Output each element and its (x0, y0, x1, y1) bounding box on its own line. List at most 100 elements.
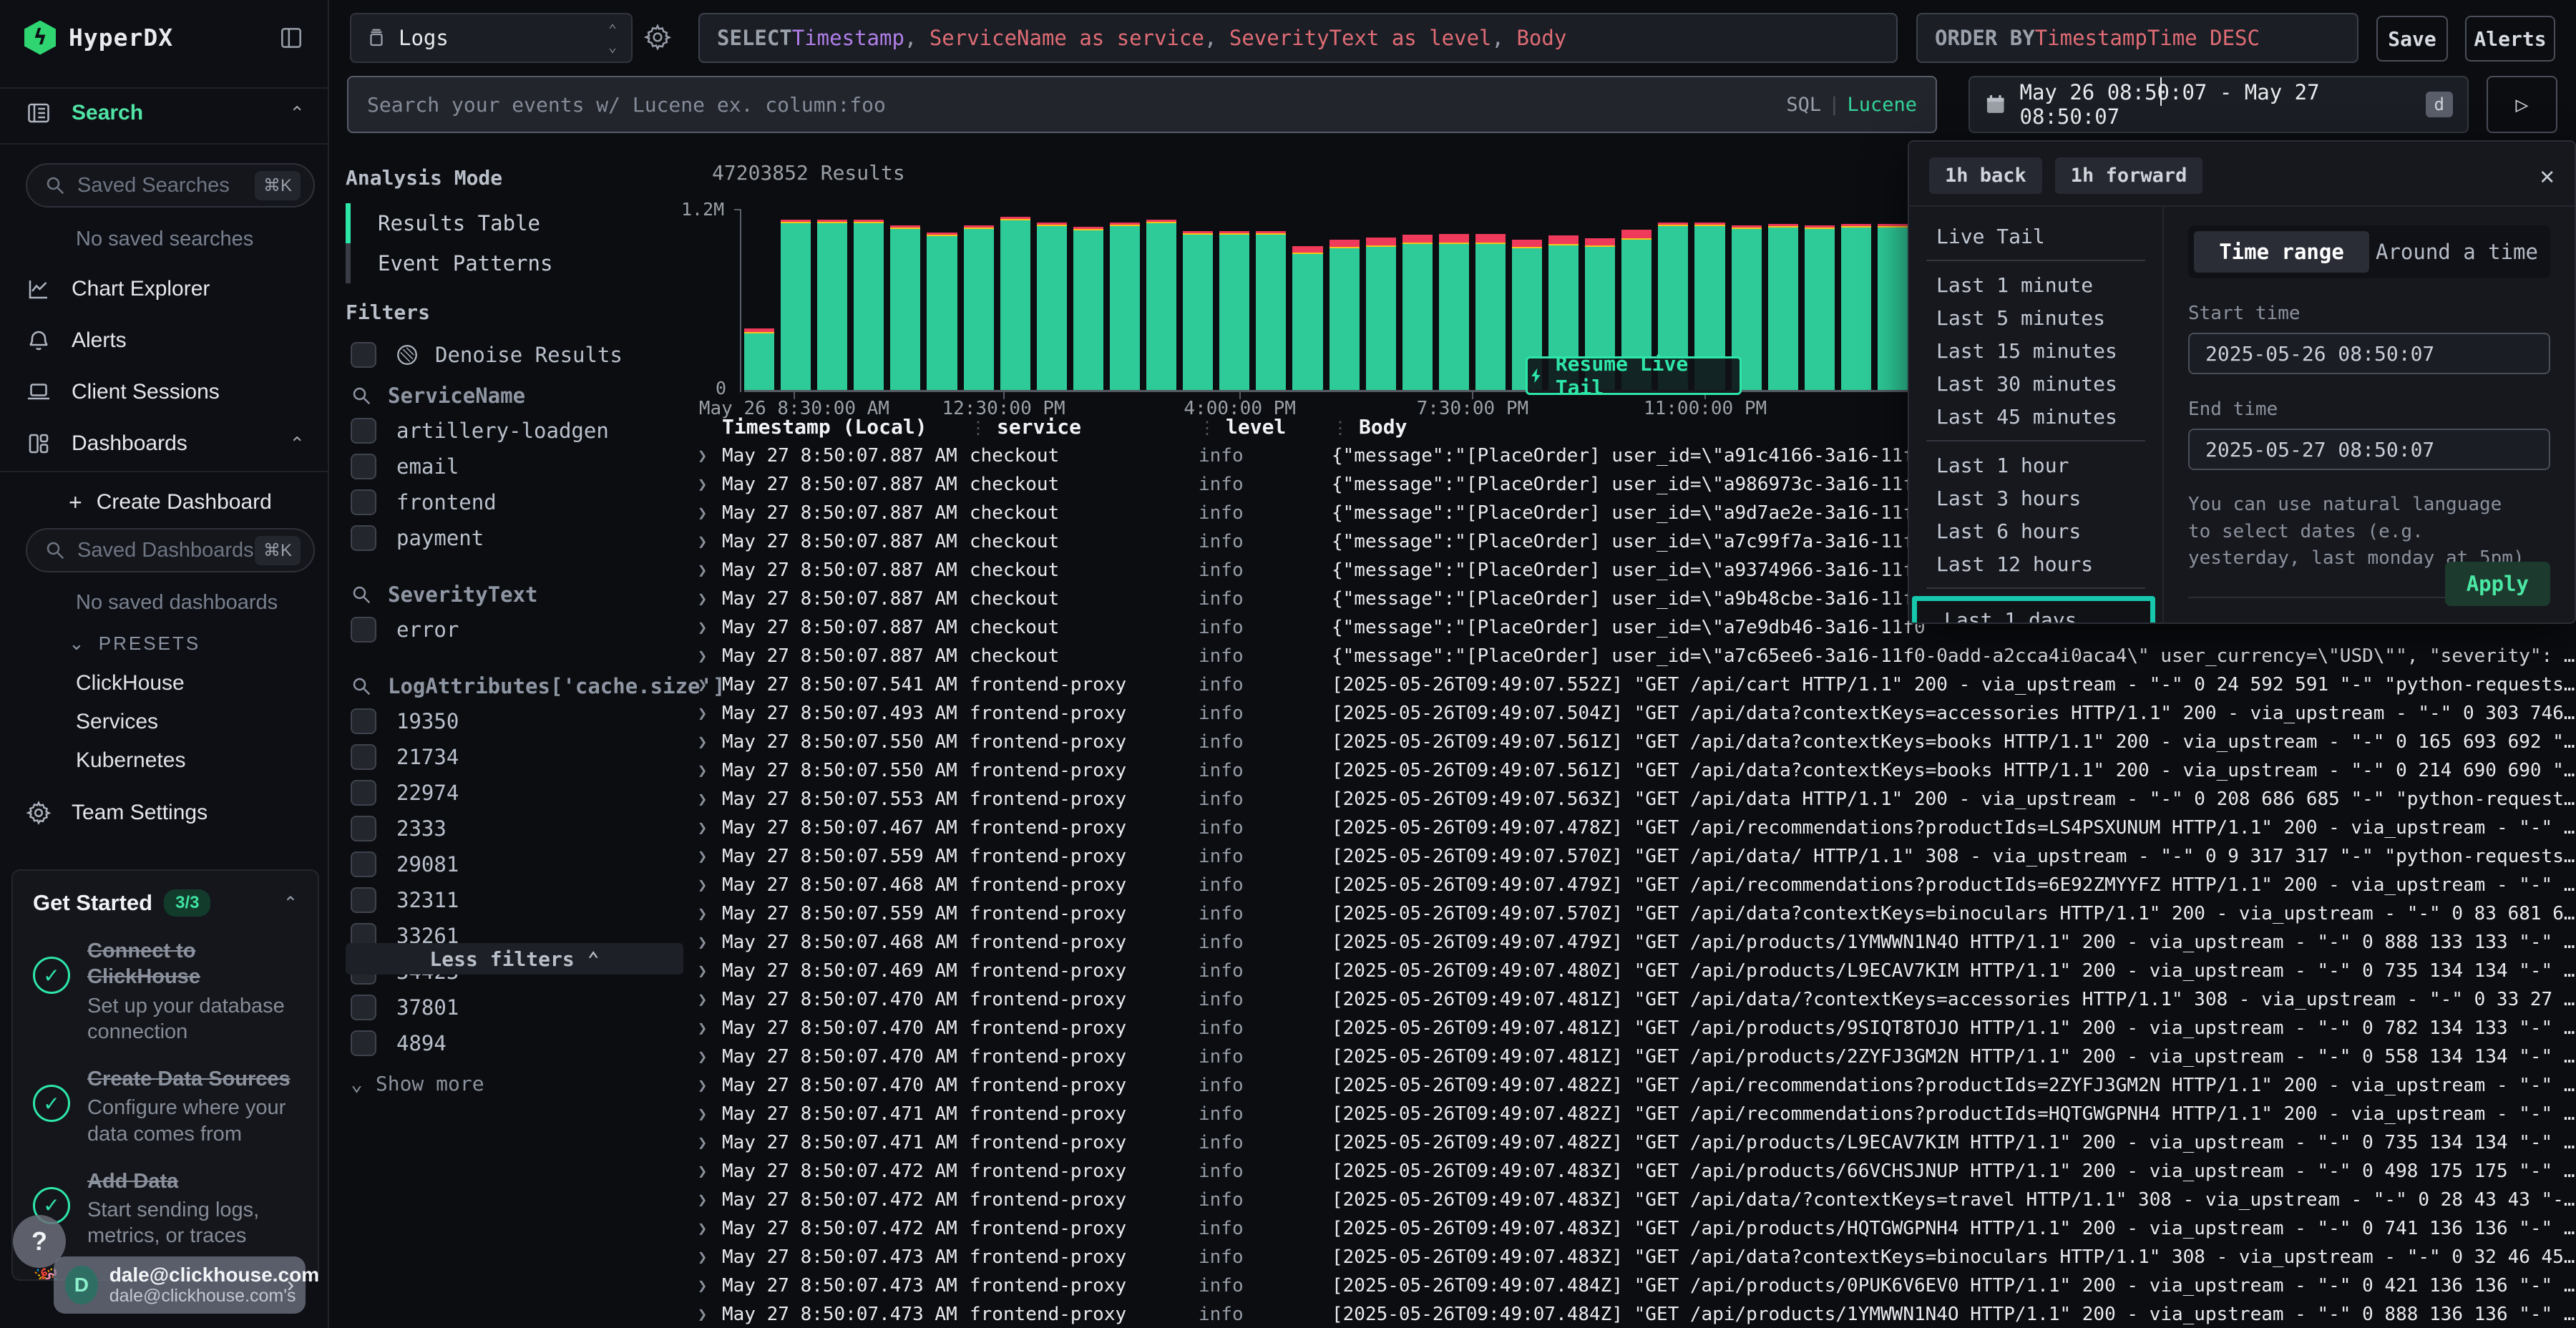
row-expand-chevron-icon[interactable]: ❯ (698, 447, 722, 465)
time-shortcut-last-1-hour[interactable]: Last 1 hour (1909, 449, 2162, 482)
row-expand-chevron-icon[interactable]: ❯ (698, 848, 722, 866)
log-row[interactable]: ❯May 27 8:50:07.470 AMfrontend-proxyinfo… (698, 1071, 2576, 1100)
log-row[interactable]: ❯May 27 8:50:07.550 AMfrontend-proxyinfo… (698, 756, 2576, 785)
presets-toggle[interactable]: ⌄ PRESETS (69, 633, 200, 655)
time-shortcut-last-5-minutes[interactable]: Last 5 minutes (1909, 301, 2162, 334)
filter-option-row[interactable]: 29081 (351, 851, 687, 877)
histogram-bar[interactable] (1768, 224, 1798, 390)
create-dashboard-button[interactable]: + Create Dashboard (0, 484, 329, 521)
row-expand-chevron-icon[interactable]: ❯ (698, 733, 722, 751)
time-shortcut-last-1-minute[interactable]: Last 1 minute (1909, 268, 2162, 301)
log-row[interactable]: ❯May 27 8:50:07.473 AMfrontend-proxyinfo… (698, 1243, 2576, 1271)
start-time-input[interactable]: 2025-05-26 08:50:07 (2188, 333, 2550, 374)
sidebar-item-team-settings[interactable]: Team Settings (0, 794, 329, 831)
get-started-item[interactable]: ✓Create Data SourcesConfigure where your… (33, 1066, 298, 1147)
log-row[interactable]: ❯May 27 8:50:07.472 AMfrontend-proxyinfo… (698, 1157, 2576, 1186)
order-by-input[interactable]: ORDER BY TimestampTime DESC (1916, 13, 2358, 63)
one-hour-back-button[interactable]: 1h back (1929, 157, 2042, 194)
row-expand-chevron-icon[interactable]: ❯ (698, 877, 722, 894)
filter-checkbox[interactable] (351, 995, 376, 1020)
column-drag-handle-icon[interactable]: ⋮ (970, 418, 987, 438)
saved-searches-input[interactable]: Saved Searches ⌘K (26, 163, 315, 208)
time-shortcut-last-30-minutes[interactable]: Last 30 minutes (1909, 367, 2162, 400)
row-expand-chevron-icon[interactable]: ❯ (698, 562, 722, 580)
less-filters-button[interactable]: Less filters⌃ (346, 943, 683, 975)
filter-checkbox[interactable] (351, 617, 376, 643)
mode-tab-results-table[interactable]: Results Table (346, 203, 552, 243)
histogram-bar[interactable] (781, 220, 811, 390)
row-expand-chevron-icon[interactable]: ❯ (698, 1220, 722, 1238)
row-expand-chevron-icon[interactable]: ❯ (698, 1249, 722, 1266)
get-started-item[interactable]: ✓Add DataStart sending logs, metrics, or… (33, 1168, 298, 1249)
row-expand-chevron-icon[interactable]: ❯ (698, 962, 722, 980)
log-row[interactable]: ❯May 27 8:50:07.472 AMfrontend-proxyinfo… (698, 1186, 2576, 1214)
histogram-bar[interactable] (1146, 220, 1176, 390)
histogram-bar[interactable] (1219, 231, 1249, 390)
row-expand-chevron-icon[interactable]: ❯ (698, 1048, 722, 1066)
source-selector[interactable]: Logs ⌃⌄ (350, 13, 633, 63)
end-time-input[interactable]: 2025-05-27 08:50:07 (2188, 429, 2550, 470)
log-row[interactable]: ❯May 27 8:50:07.473 AMfrontend-proxyinfo… (698, 1271, 2576, 1300)
row-expand-chevron-icon[interactable]: ❯ (698, 1163, 722, 1181)
row-expand-chevron-icon[interactable]: ❯ (698, 619, 722, 637)
filter-option-row[interactable]: error (351, 617, 687, 643)
histogram-bar[interactable] (854, 220, 884, 390)
histogram-bar[interactable] (1000, 217, 1030, 391)
mode-lucene-toggle[interactable]: Lucene (1847, 94, 1917, 116)
filter-checkbox[interactable] (351, 1030, 376, 1056)
row-expand-chevron-icon[interactable]: ❯ (698, 1077, 722, 1095)
search-icon[interactable] (351, 675, 372, 697)
histogram-bar[interactable] (1292, 246, 1322, 390)
row-expand-chevron-icon[interactable]: ❯ (698, 676, 722, 694)
filter-option-row[interactable]: 32311 (351, 887, 687, 913)
histogram-bar[interactable] (1805, 225, 1835, 390)
filter-option-row[interactable]: frontend (351, 489, 687, 515)
histogram-bar[interactable] (964, 225, 994, 390)
log-row[interactable]: ❯May 27 8:50:07.559 AMfrontend-proxyinfo… (698, 899, 2576, 928)
row-expand-chevron-icon[interactable]: ❯ (698, 476, 722, 494)
histogram-bar[interactable] (1402, 235, 1433, 390)
filter-checkbox[interactable] (351, 708, 376, 734)
sidebar-item-search[interactable]: Search ⌃ (0, 94, 329, 132)
row-expand-chevron-icon[interactable]: ❯ (698, 590, 722, 608)
chevron-up-icon[interactable]: ⌃ (283, 893, 298, 914)
time-shortcut-last-1-days[interactable]: Last 1 days (1917, 601, 2150, 624)
log-row[interactable]: ❯May 27 8:50:07.469 AMfrontend-proxyinfo… (698, 957, 2576, 985)
histogram-bar[interactable] (817, 220, 847, 390)
filter-checkbox[interactable] (351, 418, 376, 444)
log-row[interactable]: ❯May 27 8:50:07.471 AMfrontend-proxyinfo… (698, 1100, 2576, 1128)
mode-tab-event-patterns[interactable]: Event Patterns (346, 243, 552, 283)
show-more-button[interactable]: ⌄Show more (351, 1072, 687, 1095)
preset-clickhouse[interactable]: ClickHouse (76, 671, 185, 695)
log-row[interactable]: ❯May 27 8:50:07.493 AMfrontend-proxyinfo… (698, 699, 2576, 728)
row-expand-chevron-icon[interactable]: ❯ (698, 819, 722, 837)
column-drag-handle-icon[interactable]: ⋮ (1332, 418, 1349, 438)
row-expand-chevron-icon[interactable]: ❯ (698, 705, 722, 723)
row-expand-chevron-icon[interactable]: ❯ (698, 504, 722, 522)
col-level[interactable]: ⋮level (1199, 415, 1332, 439)
sidebar-collapse-icon[interactable] (278, 24, 305, 52)
row-expand-chevron-icon[interactable]: ❯ (698, 648, 722, 665)
filter-option-row[interactable]: 22974 (351, 780, 687, 806)
histogram-bar[interactable] (1183, 231, 1213, 390)
get-started-item[interactable]: ✓Connect to ClickHouseSet up your databa… (33, 938, 298, 1045)
filter-checkbox[interactable] (351, 887, 376, 913)
histogram-bar[interactable] (1366, 238, 1396, 390)
row-expand-chevron-icon[interactable]: ❯ (698, 1306, 722, 1324)
log-row[interactable]: ❯May 27 8:50:07.468 AMfrontend-proxyinfo… (698, 871, 2576, 899)
log-row[interactable]: ❯May 27 8:50:07.472 AMfrontend-proxyinfo… (698, 1214, 2576, 1243)
row-expand-chevron-icon[interactable]: ❯ (698, 991, 722, 1009)
filter-option-row[interactable]: 19350 (351, 708, 687, 734)
log-row[interactable]: ❯May 27 8:50:07.470 AMfrontend-proxyinfo… (698, 1043, 2576, 1071)
tab-around-a-time[interactable]: Around a time (2369, 231, 2545, 273)
histogram-bar[interactable] (1256, 231, 1286, 390)
tab-time-range[interactable]: Time range (2194, 231, 2369, 273)
log-row[interactable]: ❯May 27 8:50:07.470 AMfrontend-proxyinfo… (698, 1014, 2576, 1043)
time-shortcut-live-tail[interactable]: Live Tail (1909, 220, 2162, 253)
row-expand-chevron-icon[interactable]: ❯ (698, 905, 722, 923)
filter-checkbox[interactable] (351, 816, 376, 841)
preset-services[interactable]: Services (76, 710, 158, 734)
row-expand-chevron-icon[interactable]: ❯ (698, 762, 722, 780)
row-expand-chevron-icon[interactable]: ❯ (698, 533, 722, 551)
filter-option-row[interactable]: 4894 (351, 1030, 687, 1056)
